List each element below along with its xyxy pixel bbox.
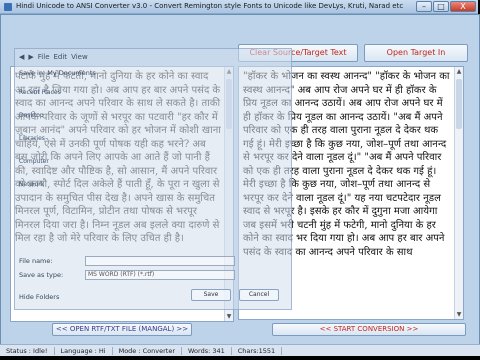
words-count: Words: 341 [182,346,232,355]
letterbox-bottom [0,356,480,360]
app-icon [4,3,12,11]
clear-text-button[interactable]: Clear Source/Target Text [238,44,358,62]
start-conversion-button[interactable]: << START CONVERSION >> [272,323,466,336]
source-scrollbar[interactable]: ▲ ▼ [224,67,233,321]
source-text-area[interactable]: पटाके मुंह में फटतीं, मानो दुनिया के हर … [10,66,234,322]
chars-count: Chars:1551 [232,346,283,355]
mode-text: Mode : Converter [113,346,182,355]
source-text: पटाके मुंह में फटतीं, मानो दुनिया के हर … [15,71,221,244]
title-bar: Hindi Unicode to ANSI Converter v3.0 - C… [0,0,478,14]
open-rtf-button[interactable]: << OPEN RTF/TXT FILE (MANGAL) >> [52,323,192,336]
scroll-up-icon[interactable]: ▲ [455,67,463,76]
scroll-thumb[interactable] [226,79,232,129]
target-scrollbar[interactable]: ▲ ▼ [454,67,463,319]
scroll-thumb[interactable] [456,79,462,129]
target-text: "हॉकर के भोजन का स्वस्थ आनन्द" "हॉकर के … [243,71,450,258]
status-text: Status : Idle! [0,346,55,355]
status-bar: Status : Idle! Language : Hi Mode : Conv… [0,344,480,356]
open-target-button[interactable]: Open Target In [364,44,468,62]
minimize-button[interactable]: – [416,1,432,12]
maximize-button[interactable]: □ [433,1,449,12]
scroll-up-icon[interactable]: ▲ [225,67,233,76]
language-text: Language : Hi [55,346,113,355]
close-button[interactable]: X [450,1,476,12]
target-text-area[interactable]: "हॉकर के भोजन का स्वस्थ आनन्द" "हॉकर के … [238,66,464,320]
window-title: Hindi Unicode to ANSI Converter v3.0 - C… [16,2,404,10]
scroll-down-icon[interactable]: ▼ [455,310,463,319]
scroll-down-icon[interactable]: ▼ [225,312,233,321]
